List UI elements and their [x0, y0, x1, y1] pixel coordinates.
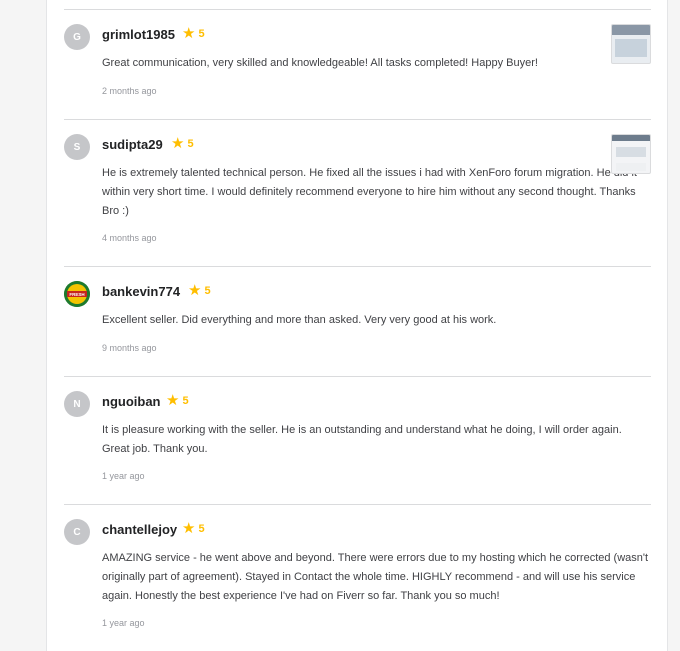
reviews-panel: G grimlot1985 ★ 5 Great communication, v…	[46, 0, 668, 651]
avatar[interactable]: N	[64, 391, 90, 417]
review-item: G grimlot1985 ★ 5 Great communication, v…	[64, 24, 651, 120]
star-icon: ★	[188, 282, 202, 299]
star-icon: ★	[166, 392, 180, 409]
review-username[interactable]: chantellejoy	[102, 522, 177, 537]
review-rating: ★ 5	[182, 26, 205, 41]
review-text: Great communication, very skilled and kn…	[102, 57, 538, 69]
rating-score: 5	[204, 284, 211, 297]
review-item: S sudipta29 ★ 5 He is extremely talented…	[64, 134, 651, 267]
review-rating: ★ 5	[182, 521, 205, 536]
rating-score: 5	[198, 522, 205, 535]
review-text: It is pleasure working with the seller. …	[102, 424, 622, 455]
review-username[interactable]: sudipta29	[102, 137, 163, 152]
review-attachment-thumbnail[interactable]	[611, 24, 651, 64]
rating-score: 5	[182, 394, 189, 407]
svg-text:FRESH: FRESH	[69, 292, 84, 297]
star-icon: ★	[182, 25, 196, 42]
review-date: 4 months ago	[102, 233, 157, 243]
review-date: 2 months ago	[102, 86, 157, 96]
review-date: 1 year ago	[102, 618, 145, 628]
avatar[interactable]: FRESH	[64, 281, 90, 307]
rating-score: 5	[198, 27, 205, 40]
avatar[interactable]: S	[64, 134, 90, 160]
review-item: C chantellejoy ★ 5 AMAZING service - he …	[64, 519, 651, 651]
review-username[interactable]: grimlot1985	[102, 27, 175, 42]
avatar[interactable]: C	[64, 519, 90, 545]
rating-score: 5	[187, 137, 194, 150]
review-rating: ★ 5	[171, 136, 194, 151]
review-item: FRESH bankevin774 ★ 5 Excellent seller. …	[64, 281, 651, 377]
star-icon: ★	[171, 135, 185, 152]
review-text: He is extremely talented technical perso…	[102, 167, 637, 217]
review-attachment-thumbnail[interactable]	[611, 134, 651, 174]
review-text: Excellent seller. Did everything and mor…	[102, 314, 497, 326]
review-date: 9 months ago	[102, 343, 157, 353]
avatar-logo-icon: FRESH	[64, 281, 90, 307]
review-rating: ★ 5	[166, 393, 189, 408]
review-item: N nguoiban ★ 5 It is pleasure working wi…	[64, 391, 651, 505]
divider	[64, 9, 651, 10]
review-username[interactable]: bankevin774	[102, 284, 180, 299]
star-icon: ★	[182, 520, 196, 537]
review-date: 1 year ago	[102, 471, 145, 481]
avatar[interactable]: G	[64, 24, 90, 50]
review-username[interactable]: nguoiban	[102, 394, 161, 409]
review-rating: ★ 5	[188, 283, 211, 298]
review-text: AMAZING service - he went above and beyo…	[102, 552, 649, 602]
